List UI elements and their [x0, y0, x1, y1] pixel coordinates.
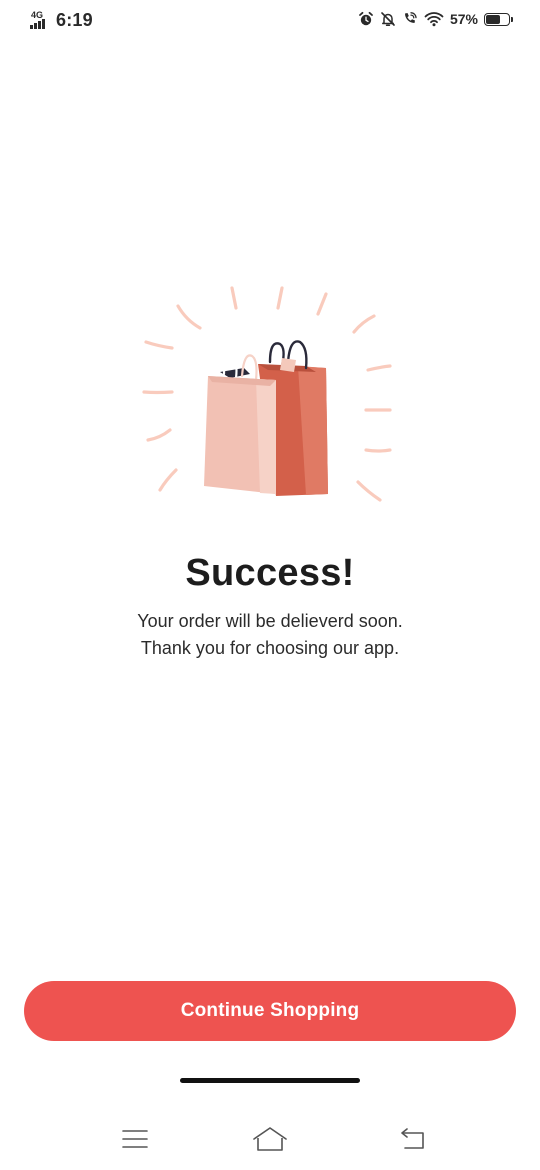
battery-level [486, 14, 500, 24]
system-nav-bar [0, 1110, 540, 1170]
battery-percent: 57% [449, 11, 478, 27]
back-icon[interactable] [392, 1124, 432, 1154]
home-icon[interactable] [250, 1124, 290, 1154]
wifi-icon [424, 11, 444, 27]
signal-icon: 4G [30, 10, 50, 31]
alarm-icon [358, 11, 374, 27]
success-illustration [142, 286, 392, 502]
wifi-calling-icon [402, 11, 418, 27]
message-line-1: Your order will be delieverd soon. [137, 611, 403, 631]
success-message: Your order will be delieverd soon. Thank… [0, 608, 540, 662]
status-bar: 4G 6:19 57% [0, 0, 540, 44]
shopping-bags-icon [130, 280, 410, 510]
home-indicator[interactable] [180, 1078, 360, 1083]
continue-shopping-button[interactable]: Continue Shopping [24, 981, 516, 1041]
battery-icon [484, 12, 513, 26]
status-left: 4G 6:19 [30, 10, 93, 31]
status-right: 57% [358, 11, 513, 27]
status-time: 6:19 [56, 10, 93, 30]
menu-icon[interactable] [115, 1124, 155, 1154]
message-line-2: Thank you for choosing our app. [140, 638, 400, 658]
success-title: Success! [185, 552, 355, 594]
mute-icon [380, 11, 396, 27]
